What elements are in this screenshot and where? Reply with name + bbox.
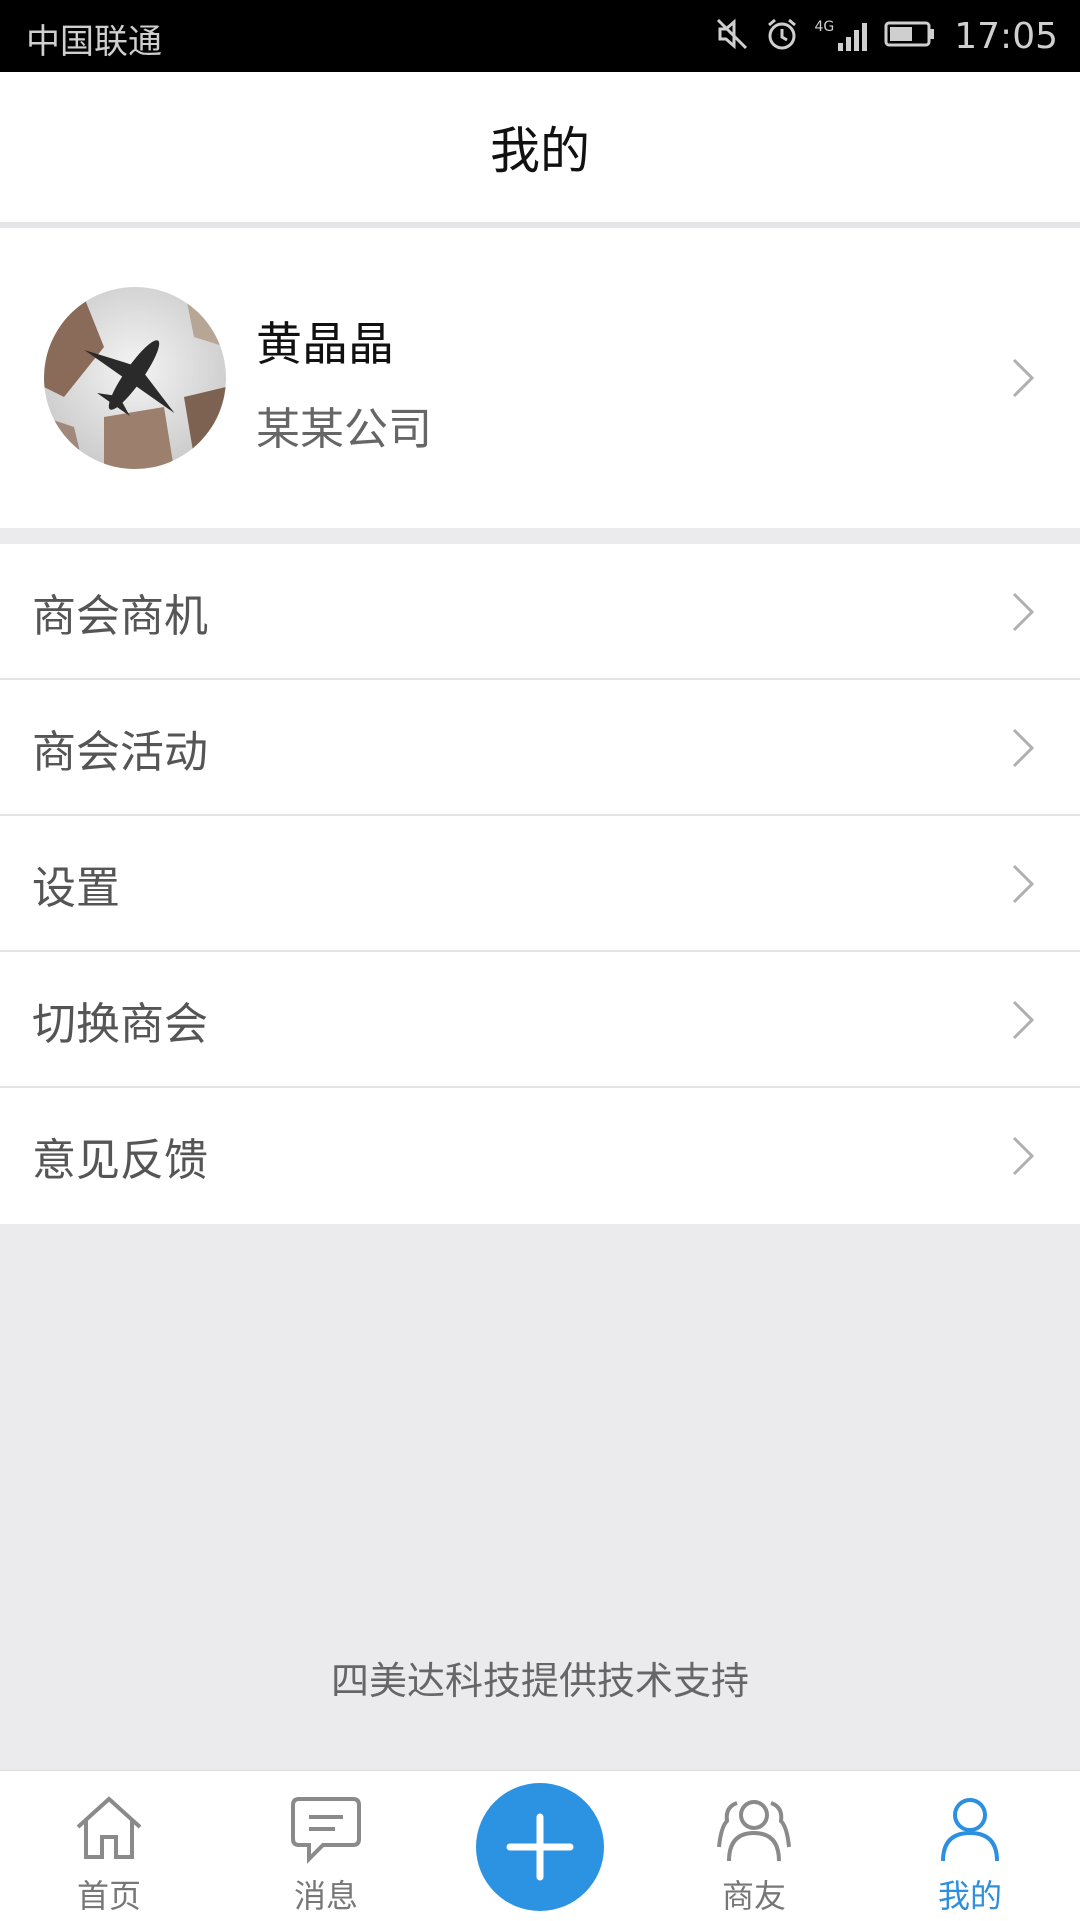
battery-icon — [884, 20, 936, 52]
chevron-right-icon — [1012, 1000, 1035, 1040]
friends-icon — [717, 1800, 791, 1862]
menu-item-activities[interactable]: 商会活动 — [0, 680, 1080, 816]
page-title: 我的 — [490, 122, 590, 180]
tab-messages[interactable]: 消息 — [246, 1771, 406, 1921]
chevron-right-icon — [1012, 728, 1035, 768]
tab-label: 消息 — [293, 1877, 358, 1915]
menu-item-feedback[interactable]: 意见反馈 — [0, 1088, 1080, 1224]
menu-item-label: 商会商机 — [32, 591, 208, 642]
clock: 17:05 — [954, 15, 1058, 57]
network-type-label: 4G — [814, 19, 835, 35]
profile-card[interactable]: 黄晶晶 某某公司 — [0, 228, 1080, 528]
profile-icon — [941, 1798, 999, 1862]
profile-name: 黄晶晶 — [256, 317, 394, 371]
tab-label: 首页 — [76, 1877, 141, 1915]
home-icon — [76, 1796, 142, 1859]
carrier-label: 中国联通 — [26, 22, 162, 62]
chevron-right-icon — [1012, 1136, 1035, 1176]
alarm-icon — [764, 16, 800, 56]
status-bar: 中国联通 4G 17:05 — [0, 0, 1080, 72]
chevron-right-icon — [1012, 592, 1035, 632]
profile-company: 某某公司 — [256, 404, 432, 455]
menu-item-label: 切换商会 — [32, 999, 208, 1050]
tab-profile[interactable]: 我的 — [890, 1771, 1050, 1921]
status-icons: 4G 17:05 — [714, 10, 1058, 62]
tab-bar: 首页 消息 商友 我的 — [0, 1770, 1080, 1921]
tech-support-text: 四美达科技提供技术支持 — [330, 1659, 749, 1703]
add-button[interactable] — [476, 1783, 604, 1911]
tab-label: 我的 — [937, 1877, 1002, 1915]
menu-item-label: 意见反馈 — [32, 1135, 208, 1186]
tab-home[interactable]: 首页 — [29, 1771, 189, 1921]
menu-item-label: 设置 — [32, 863, 120, 914]
tab-label: 商友 — [721, 1877, 786, 1915]
chevron-right-icon — [1012, 358, 1035, 398]
menu-item-label: 商会活动 — [32, 727, 208, 778]
plus-icon — [506, 1813, 574, 1881]
menu-item-business-opportunities[interactable]: 商会商机 — [0, 544, 1080, 680]
mute-icon — [714, 16, 750, 56]
menu-list: 商会商机 商会活动 设置 切换商会 意见反馈 — [0, 544, 1080, 1224]
avatar — [44, 287, 226, 469]
message-icon — [291, 1797, 361, 1864]
menu-item-settings[interactable]: 设置 — [0, 816, 1080, 952]
menu-item-switch-chamber[interactable]: 切换商会 — [0, 952, 1080, 1088]
tab-friends[interactable]: 商友 — [674, 1771, 834, 1921]
chevron-right-icon — [1012, 864, 1035, 904]
header: 我的 — [0, 72, 1080, 228]
signal-icon: 4G — [814, 19, 870, 53]
